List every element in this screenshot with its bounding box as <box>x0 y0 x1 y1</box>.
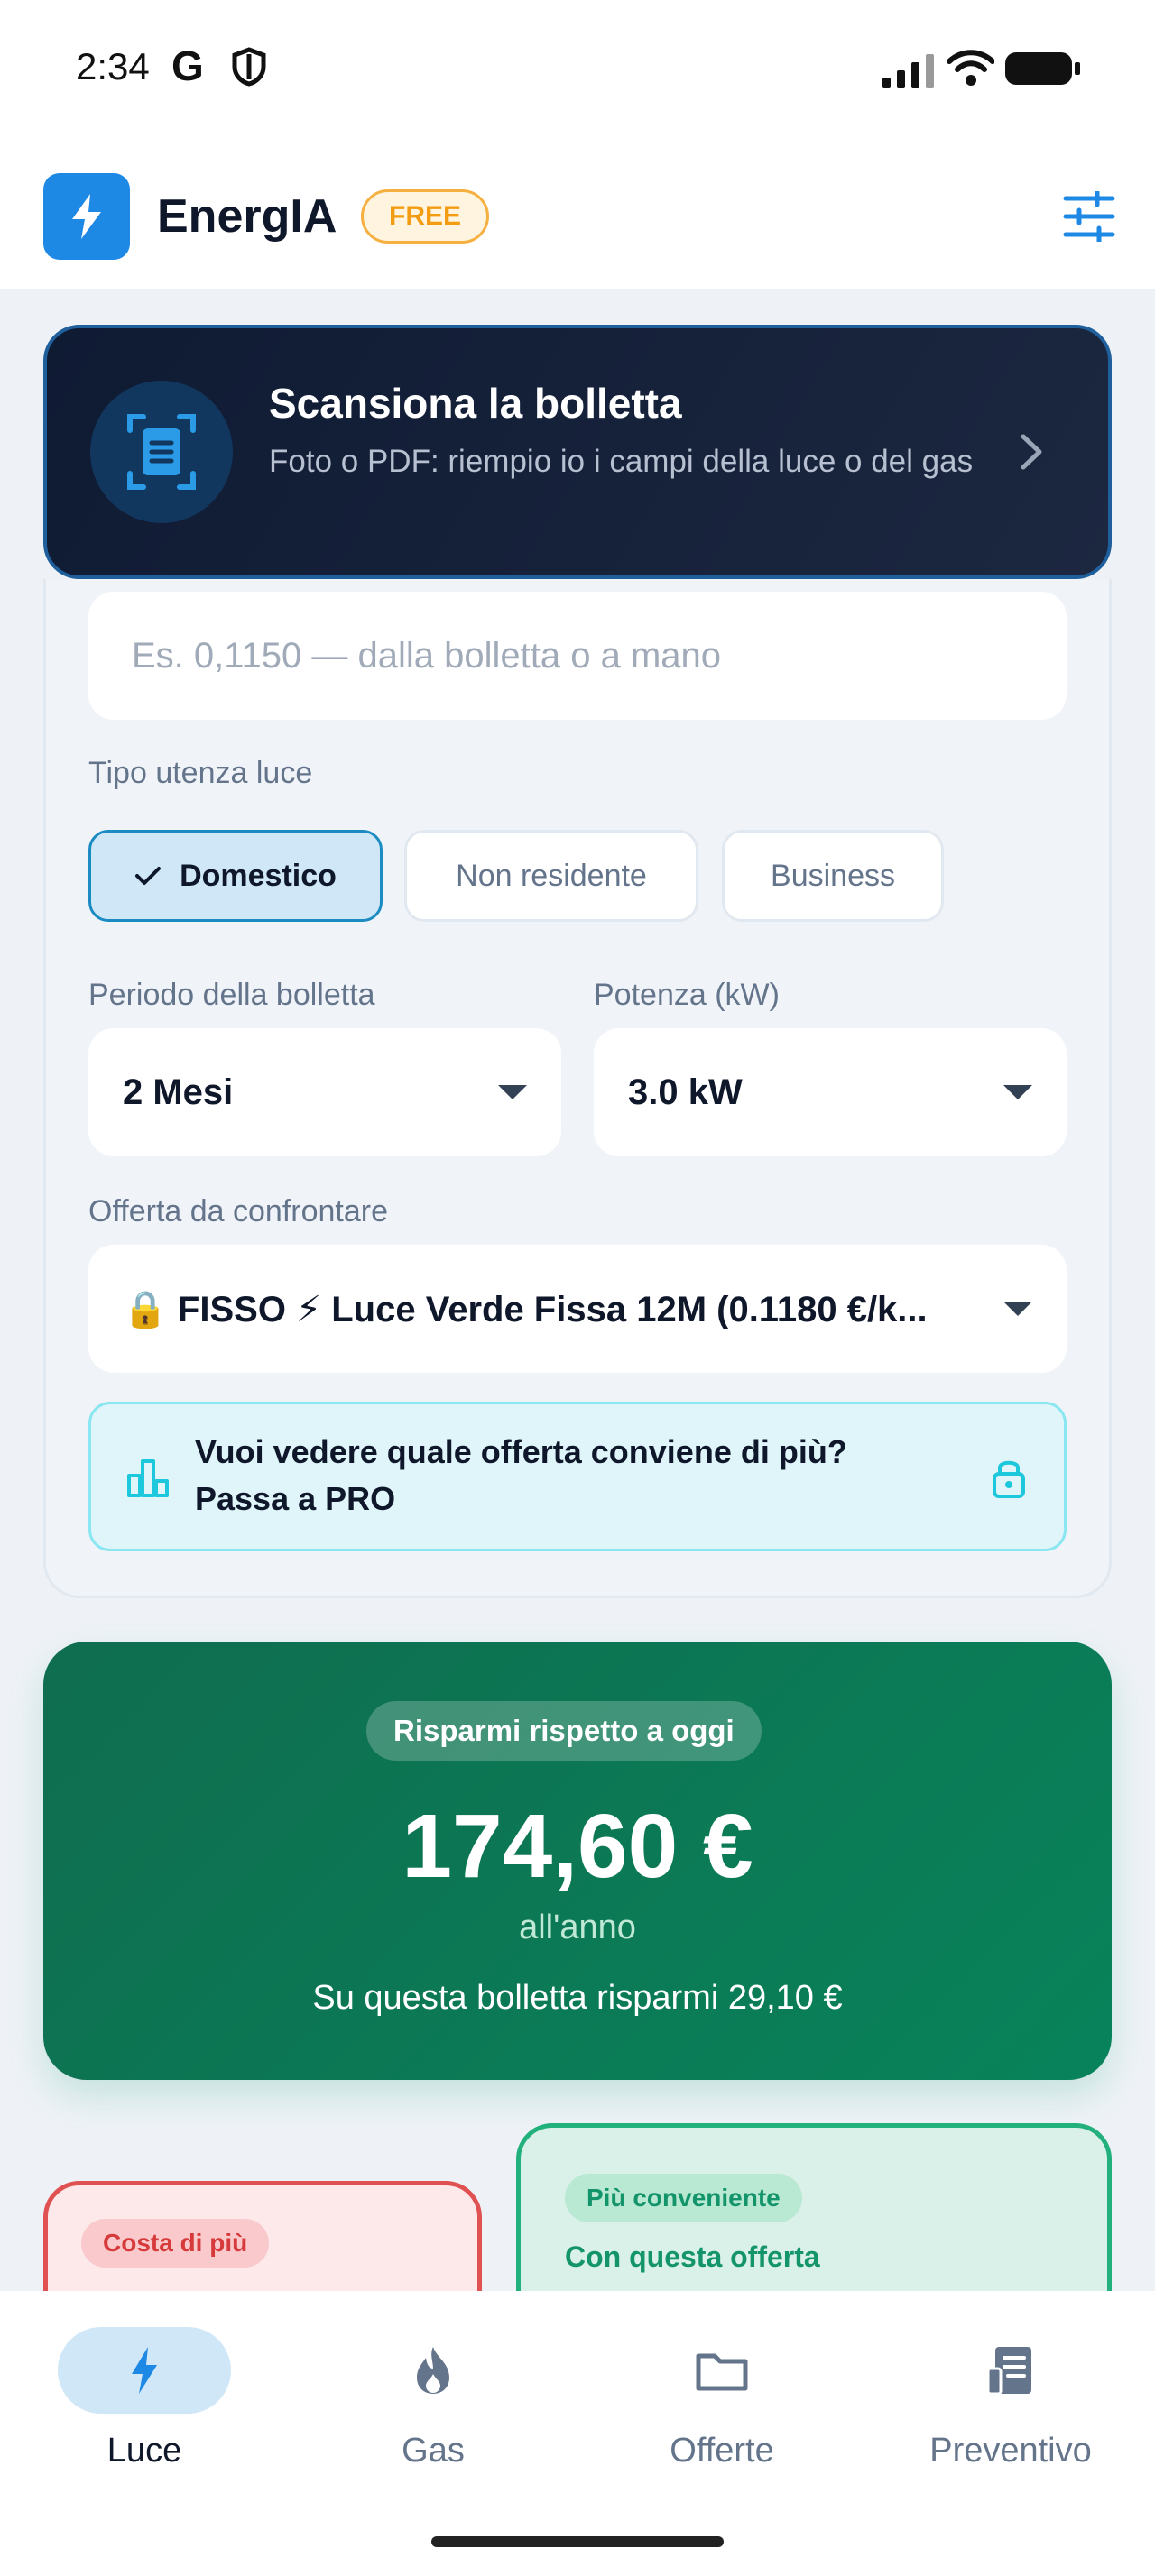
lock-icon <box>993 1460 1025 1498</box>
dropdown-caret-icon <box>1003 1085 1032 1099</box>
bolt-icon <box>132 2347 157 2394</box>
period-label: Periodo della bolletta <box>88 978 375 1012</box>
bar-chart-icon <box>127 1459 169 1497</box>
document-scan-icon <box>127 414 196 490</box>
home-indicator[interactable] <box>431 2536 724 2547</box>
folder-icon <box>696 2353 748 2391</box>
utenza-option-non-residente[interactable]: Non residente <box>404 830 698 922</box>
nav-label: Gas <box>402 2432 465 2470</box>
nav-label: Luce <box>106 2432 182 2470</box>
nav-pill-active <box>58 2327 231 2414</box>
checkmark-icon <box>135 867 162 885</box>
flame-icon <box>417 2347 449 2394</box>
scan-card-title: Scansiona la bolletta <box>269 380 682 427</box>
filter-sliders-icon[interactable] <box>1063 191 1115 242</box>
chip-label: Domestico <box>180 858 337 893</box>
nav-label: Preventivo <box>929 2432 1092 2470</box>
utenza-option-domestico[interactable]: Domestico <box>88 830 383 922</box>
dropdown-caret-icon <box>498 1085 527 1099</box>
utenza-label: Tipo utenza luce <box>88 756 313 790</box>
nav-tab-offerte[interactable]: Offerte <box>578 2327 866 2480</box>
period-value: 2 Mesi <box>123 1072 234 1112</box>
nav-label: Offerte <box>670 2432 774 2470</box>
nav-tab-gas[interactable]: Gas <box>289 2327 578 2480</box>
offer-value: 🔒 FISSO ⚡ Luce Verde Fissa 12M (0.1180 €… <box>123 1289 928 1329</box>
better-offer-title: Con questa offerta <box>565 2240 820 2273</box>
app-title: EnergIA <box>157 190 337 243</box>
cheaper-badge: Più conveniente <box>565 2174 802 2222</box>
power-label: Potenza (kW) <box>594 978 780 1012</box>
dropdown-caret-icon <box>1003 1302 1032 1316</box>
offer-label: Offerta da confrontare <box>88 1194 389 1228</box>
nav-pill <box>346 2327 520 2414</box>
nav-tab-preventivo[interactable]: Preventivo <box>866 2327 1155 2480</box>
app-logo <box>43 173 130 260</box>
nav-pill <box>635 2327 808 2414</box>
receipt-icon <box>986 2347 1031 2396</box>
utenza-option-business[interactable]: Business <box>722 830 944 922</box>
power-value: 3.0 kW <box>628 1072 743 1112</box>
nav-tab-luce[interactable]: Luce <box>0 2327 289 2480</box>
chip-label: Business <box>771 858 895 893</box>
offer-select[interactable]: 🔒 FISSO ⚡ Luce Verde Fissa 12M (0.1180 €… <box>88 1245 1067 1373</box>
battery-icon <box>1005 52 1080 85</box>
savings-period: all'anno <box>519 1909 636 1946</box>
wifi-icon <box>947 50 994 86</box>
savings-badge: Risparmi rispetto a oggi <box>366 1701 762 1761</box>
shield-icon <box>232 47 266 87</box>
price-input[interactable] <box>88 592 1067 720</box>
scan-card-subtitle: Foto o PDF: riempio io i campi della luc… <box>269 444 974 479</box>
google-icon: G <box>171 42 204 89</box>
savings-amount: 174,60 € <box>402 1796 753 1897</box>
costs-more-badge: Costa di più <box>81 2219 270 2268</box>
signal-icon <box>882 54 934 88</box>
bolt-icon <box>72 194 101 239</box>
scan-icon-circle <box>90 381 233 523</box>
period-select[interactable]: 2 Mesi <box>88 1028 561 1156</box>
status-time: 2:34 <box>76 45 150 87</box>
power-select[interactable]: 3.0 kW <box>594 1028 1067 1156</box>
nav-pill <box>924 2327 1097 2414</box>
chevron-right-icon <box>1021 434 1042 470</box>
chip-label: Non residente <box>456 858 647 893</box>
plan-badge[interactable]: FREE <box>361 189 490 244</box>
pro-prompt-text: Vuoi vedere quale offerta conviene di pi… <box>195 1433 847 1517</box>
savings-note: Su questa bolletta risparmi 29,10 € <box>312 1979 843 2017</box>
